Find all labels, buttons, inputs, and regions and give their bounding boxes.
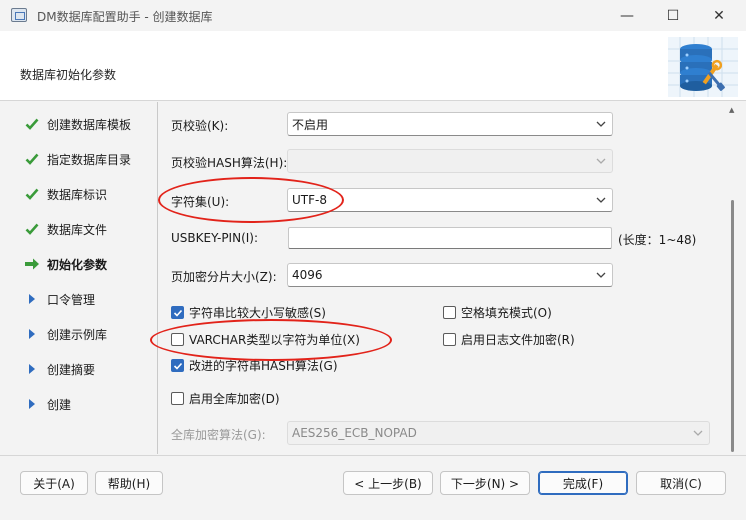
step-password: 口令管理 [8, 287, 158, 311]
step-create-template: 创建数据库模板 [8, 112, 158, 136]
checkbox-label: 启用日志文件加密(R) [461, 333, 575, 347]
database-settings-icon [668, 37, 738, 97]
usbkey-length-hint: (长度：1~48) [618, 233, 697, 247]
about-button[interactable]: 关于(A) [20, 471, 88, 495]
checkbox-checked-icon [171, 359, 184, 372]
full-encrypt-algo-label: 全库加密算法(G): [171, 428, 266, 442]
check-icon [24, 221, 40, 237]
page-check-value: 不启用 [292, 117, 329, 132]
help-button[interactable]: 帮助(H) [95, 471, 163, 495]
step-summary: 创建摘要 [8, 357, 158, 381]
content-scrollbar[interactable]: ▲ [728, 102, 738, 454]
step-label: 数据库标识 [47, 187, 108, 202]
app-icon [11, 8, 27, 22]
next-button[interactable]: 下一步(N) > [440, 471, 530, 495]
cancel-button[interactable]: 取消(C) [636, 471, 726, 495]
page-check-label: 页校验(K): [171, 119, 229, 133]
step-label: 创建数据库模板 [47, 117, 132, 132]
checkbox-checked-icon [171, 306, 184, 319]
charset-value: UTF-8 [292, 193, 327, 207]
check-icon [24, 151, 40, 167]
improved-hash-checkbox[interactable]: 改进的字符串HASH算法(G) [171, 357, 338, 374]
check-icon [24, 116, 40, 132]
wizard-header: 数据库初始化参数 [0, 31, 746, 101]
triangle-right-icon [24, 361, 40, 377]
case-sensitive-checkbox[interactable]: 字符串比较大小写敏感(S) [171, 304, 326, 321]
varchar-char-checkbox[interactable]: VARCHAR类型以字符为单位(X) [171, 331, 360, 348]
wizard-steps: 创建数据库模板 指定数据库目录 数据库标识 数据库文件 初始化参数 口令管理 创… [8, 102, 158, 454]
space-pad-checkbox[interactable]: 空格填充模式(O) [443, 304, 552, 321]
checkbox-label: VARCHAR类型以字符为单位(X) [189, 333, 360, 347]
minimize-button[interactable]: — [604, 0, 650, 31]
page-encrypt-select[interactable]: 4096 [287, 263, 613, 287]
step-label: 指定数据库目录 [47, 152, 132, 167]
page-hash-select[interactable] [287, 149, 613, 173]
step-label: 数据库文件 [47, 222, 108, 237]
prev-button[interactable]: < 上一步(B) [343, 471, 433, 495]
arrow-right-icon [24, 256, 40, 272]
check-icon [24, 186, 40, 202]
scrollbar-thumb[interactable] [731, 200, 734, 452]
window-title: DM数据库配置助手 - 创建数据库 [37, 10, 213, 24]
checkbox-label: 字符串比较大小写敏感(S) [189, 306, 326, 320]
page-hash-label: 页校验HASH算法(H): [171, 156, 288, 170]
full-encrypt-checkbox[interactable]: 启用全库加密(D) [171, 390, 280, 407]
step-sample-db: 创建示例库 [8, 322, 158, 346]
log-encrypt-checkbox[interactable]: 启用日志文件加密(R) [443, 331, 575, 348]
maximize-button[interactable]: ☐ [650, 0, 696, 31]
checkbox-label: 空格填充模式(O) [461, 306, 552, 320]
checkbox-label: 启用全库加密(D) [189, 392, 280, 406]
step-label: 口令管理 [47, 292, 96, 307]
triangle-right-icon [24, 291, 40, 307]
charset-select[interactable]: UTF-8 [287, 188, 613, 212]
close-button[interactable]: ✕ [696, 0, 742, 31]
step-init-params: 初始化参数 [8, 252, 158, 276]
checkbox-icon [171, 333, 184, 346]
chevron-down-icon [691, 425, 705, 441]
page-title: 数据库初始化参数 [20, 68, 117, 82]
step-db-files: 数据库文件 [8, 217, 158, 241]
step-db-identity: 数据库标识 [8, 182, 158, 206]
step-label: 创建示例库 [47, 327, 108, 342]
checkbox-icon [171, 392, 184, 405]
triangle-right-icon [24, 396, 40, 412]
charset-label: 字符集(U): [171, 195, 230, 209]
page-check-select[interactable]: 不启用 [287, 112, 613, 136]
step-label: 创建 [47, 397, 72, 412]
scroll-up-icon[interactable]: ▲ [729, 106, 734, 114]
page-encrypt-label: 页加密分片大小(Z): [171, 270, 277, 284]
step-label: 创建摘要 [47, 362, 96, 377]
finish-button[interactable]: 完成(F) [538, 471, 628, 495]
title-bar: DM数据库配置助手 - 创建数据库 — ☐ ✕ [0, 0, 746, 31]
checkbox-label: 改进的字符串HASH算法(G) [189, 359, 338, 373]
chevron-down-icon [594, 153, 608, 169]
chevron-down-icon [594, 267, 608, 283]
usbkey-label: USBKEY-PIN(I): [171, 231, 259, 245]
chevron-down-icon [594, 192, 608, 208]
triangle-right-icon [24, 326, 40, 342]
step-db-directory: 指定数据库目录 [8, 147, 158, 171]
step-create: 创建 [8, 392, 158, 416]
step-label: 初始化参数 [47, 257, 108, 272]
chevron-down-icon [594, 116, 608, 132]
page-encrypt-value: 4096 [292, 268, 323, 282]
checkbox-icon [443, 306, 456, 319]
full-encrypt-algo-select[interactable]: AES256_ECB_NOPAD [287, 421, 710, 445]
full-encrypt-algo-value: AES256_ECB_NOPAD [292, 426, 417, 440]
checkbox-icon [443, 333, 456, 346]
usbkey-input[interactable] [288, 227, 612, 249]
